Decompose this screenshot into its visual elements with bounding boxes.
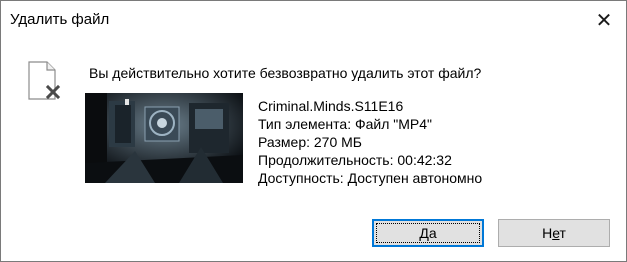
close-icon: ✕ (595, 8, 613, 32)
dialog-title: Удалить файл (10, 11, 110, 28)
file-properties: Criminal.Minds.S11E16 Тип элемента: Файл… (258, 97, 482, 187)
no-accelerator: е (552, 225, 560, 241)
file-name: Criminal.Minds.S11E16 (258, 98, 404, 114)
no-button[interactable]: Нет (498, 219, 610, 247)
title-bar: Удалить файл ✕ (1, 1, 626, 39)
focus-rectangle (376, 223, 480, 243)
no-button-label: Нет (542, 225, 566, 241)
close-button[interactable]: ✕ (582, 1, 626, 39)
file-availability: Доступность: Доступен автономно (258, 170, 483, 186)
button-bar: Да Нет (1, 207, 626, 261)
file-duration: Продолжительность: 00:42:32 (258, 152, 452, 168)
dialog-content: Вы действительно хотите безвозвратно уда… (1, 39, 626, 207)
delete-file-dialog: Удалить файл ✕ Вы действительно хотите б… (0, 0, 627, 262)
file-size: Размер: 270 МБ (258, 134, 362, 150)
file-type: Тип элемента: Файл "MP4" (258, 116, 433, 132)
yes-button[interactable]: Да (372, 219, 484, 247)
confirm-question: Вы действительно хотите безвозвратно уда… (89, 65, 482, 81)
file-delete-icon (28, 61, 61, 100)
video-thumbnail (85, 93, 243, 183)
